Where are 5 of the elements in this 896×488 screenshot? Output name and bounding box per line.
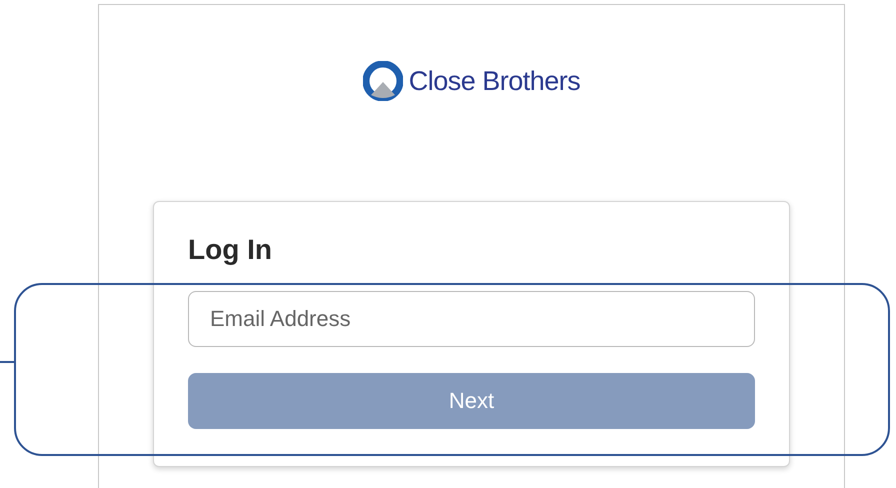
login-title: Log In: [188, 232, 273, 267]
logo-icon: [362, 61, 403, 102]
leader-line: [0, 361, 15, 362]
logo-text: Close Brothers: [408, 65, 580, 98]
email-field[interactable]: Email Address: [188, 290, 755, 346]
